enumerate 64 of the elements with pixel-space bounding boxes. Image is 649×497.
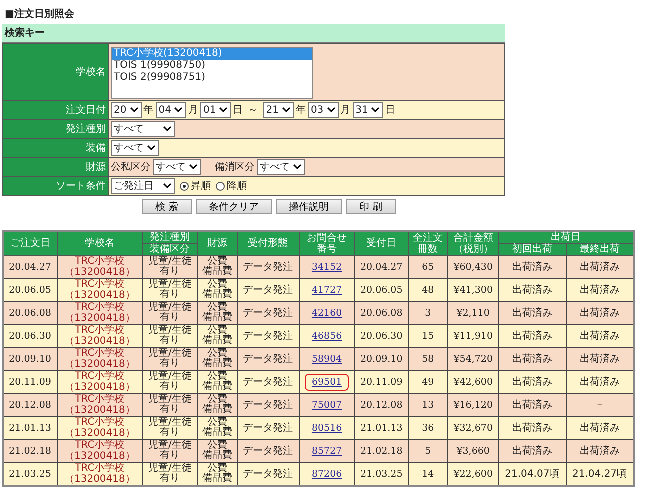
column-header: ご注文日 bbox=[3, 231, 58, 256]
column-header: 初回出荷 bbox=[498, 244, 566, 256]
reserve-dropdown[interactable]: すべて bbox=[257, 159, 305, 175]
form-button[interactable]: 操作説明 bbox=[276, 199, 342, 214]
field-label: 財源 bbox=[2, 158, 108, 176]
unit-label: 日 bbox=[385, 104, 396, 117]
column-header: 受付形態 bbox=[237, 231, 300, 256]
radio-label: 降順 bbox=[227, 180, 247, 193]
column-header: 最終出荷 bbox=[566, 244, 634, 256]
caret-icon bbox=[147, 145, 156, 151]
column-header: 発注種別 bbox=[142, 231, 198, 244]
column-header: 合計金額 （税別） bbox=[448, 231, 499, 256]
radio-button[interactable] bbox=[180, 182, 189, 190]
caret-icon bbox=[189, 164, 198, 170]
caret-icon bbox=[163, 183, 172, 189]
column-header: 受付日 bbox=[354, 231, 408, 256]
column-header: 出荷日 bbox=[498, 231, 634, 244]
inquiry-link[interactable]: 69501 bbox=[304, 374, 350, 390]
column-header: 学校名 bbox=[57, 231, 143, 256]
field-label: 発注種別 bbox=[2, 120, 108, 138]
date-dropdown[interactable]: 21 bbox=[263, 102, 294, 118]
equipment-dropdown[interactable]: すべて bbox=[111, 140, 159, 156]
field-label: ソート条件 bbox=[2, 176, 108, 196]
field-label: 装備 bbox=[2, 138, 108, 158]
date-dropdown[interactable]: 01 bbox=[200, 102, 232, 118]
caret-icon bbox=[163, 126, 172, 132]
field-label: 公私区分 bbox=[111, 161, 151, 174]
page-title: ■注文日別照会 bbox=[5, 7, 76, 21]
field-label: 備消区分 bbox=[215, 160, 255, 174]
sort-dropdown[interactable]: ご発注日 bbox=[111, 178, 175, 194]
caret-icon bbox=[282, 107, 291, 113]
form-button[interactable]: 条件クリア bbox=[196, 199, 272, 214]
date-dropdown[interactable]: 20 bbox=[111, 102, 142, 118]
caret-icon bbox=[371, 107, 380, 113]
school-listbox[interactable]: TRC小学校(13200418) TOIS 1(99908750) TOIS 2(99908751) bbox=[111, 46, 313, 98]
column-header: お問合せ 番号 bbox=[299, 231, 355, 256]
unit-label: 月 bbox=[340, 104, 351, 117]
field-label: 注文日付 bbox=[2, 100, 108, 120]
unit-label: 日 bbox=[233, 104, 244, 117]
list-option[interactable]: TOIS 2(99908751) bbox=[112, 72, 312, 84]
section-header: 検索キー bbox=[2, 24, 505, 43]
unit-label: 年 bbox=[144, 104, 154, 117]
column-header: 全注文 冊数 bbox=[408, 231, 448, 256]
caret-icon bbox=[293, 164, 302, 170]
unit-label: 年 bbox=[296, 104, 306, 117]
public-private-dropdown[interactable]: すべて bbox=[153, 159, 201, 175]
caret-icon bbox=[219, 107, 228, 113]
date-dropdown[interactable]: 04 bbox=[156, 102, 186, 118]
form-button[interactable]: 検 索 bbox=[142, 199, 192, 214]
caret-icon bbox=[130, 107, 139, 113]
radio-button[interactable] bbox=[216, 182, 225, 190]
field-label: 学校名 bbox=[2, 44, 108, 100]
column-header: 装備区分 bbox=[142, 244, 198, 256]
range-separator: ～ bbox=[248, 104, 258, 117]
list-option[interactable]: TOIS 1(99908750) bbox=[112, 60, 312, 72]
date-dropdown[interactable]: 31 bbox=[352, 102, 384, 118]
form-button[interactable]: 印 刷 bbox=[346, 199, 396, 214]
unit-label: 月 bbox=[188, 104, 198, 117]
date-dropdown[interactable]: 03 bbox=[308, 102, 339, 118]
order-type-dropdown[interactable]: すべて bbox=[111, 121, 175, 137]
column-header: 財源 bbox=[198, 231, 238, 256]
radio-label: 昇順 bbox=[191, 180, 211, 193]
caret-icon bbox=[326, 107, 336, 113]
caret-icon bbox=[174, 107, 184, 113]
